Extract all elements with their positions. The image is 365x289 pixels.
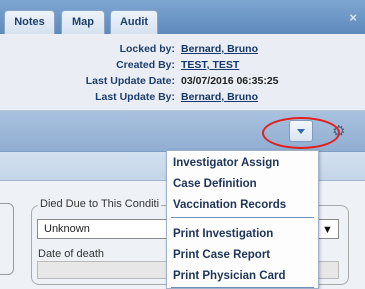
last-update-by-label: Last Update By: (95, 91, 175, 103)
menu-item-print-investigation[interactable]: Print Investigation (173, 224, 317, 244)
select-arrow-icon[interactable]: ▼ (322, 224, 333, 236)
menu-divider (171, 287, 314, 288)
audit-info-panel: Locked by: Bernard, Bruno Created By: TE… (0, 34, 365, 111)
menu-item-case-definition[interactable]: Case Definition (173, 174, 317, 194)
left-fieldset (0, 203, 14, 275)
created-by-row: Created By: TEST, TEST (0, 58, 365, 72)
died-due-label: Died Due to This Conditi (38, 198, 162, 210)
created-by-link[interactable]: TEST, TEST (181, 58, 239, 72)
highlight-annotation (262, 117, 340, 149)
last-update-by-link[interactable]: Bernard, Bruno (181, 90, 258, 104)
last-update-by-row: Last Update By: Bernard, Bruno (0, 90, 365, 104)
menu-divider (171, 217, 314, 218)
menu-item-print-case-report[interactable]: Print Case Report (173, 245, 317, 265)
locked-by-label: Locked by: (119, 43, 175, 55)
locked-by-link[interactable]: Bernard, Bruno (181, 42, 258, 56)
last-update-date-value: 03/07/2016 06:35:25 (181, 75, 279, 87)
tab-notes[interactable]: Notes (4, 10, 55, 34)
menu-item-print-physician-card[interactable]: Print Physician Card (173, 266, 317, 286)
close-icon[interactable]: × (349, 10, 357, 25)
menu-item-vaccination-records[interactable]: Vaccination Records (173, 195, 317, 215)
menu-item-investigator-assign[interactable]: Investigator Assign (173, 153, 317, 173)
date-of-death-label: Date of death (38, 248, 105, 260)
tab-bar: Notes Map Audit × (0, 0, 365, 34)
tab-audit[interactable]: Audit (110, 10, 158, 34)
actions-dropdown-menu: Investigator Assign Case Definition Vacc… (166, 150, 319, 289)
last-update-date-label: Last Update Date: (85, 75, 175, 87)
created-by-label: Created By: (116, 59, 175, 71)
last-update-date-row: Last Update Date: 03/07/2016 06:35:25 (0, 74, 365, 88)
tab-map[interactable]: Map (61, 10, 105, 34)
locked-by-row: Locked by: Bernard, Bruno (0, 42, 365, 56)
